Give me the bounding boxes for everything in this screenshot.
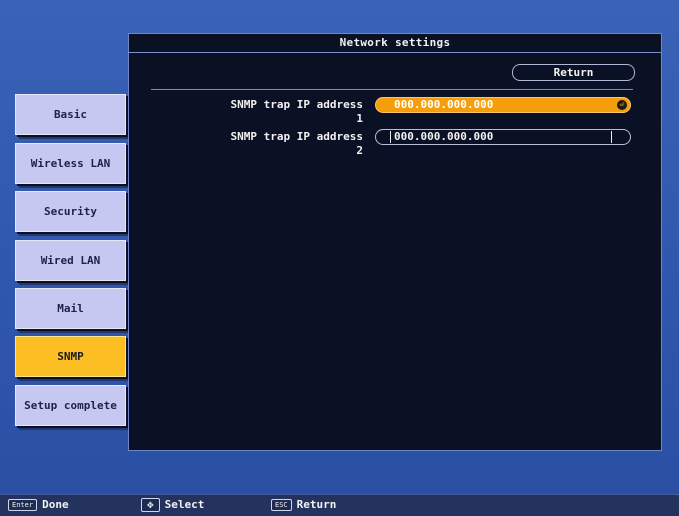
snmp-trap-ip-1-label: SNMP trap IP address 1 xyxy=(230,98,363,125)
enter-key-icon: Enter xyxy=(8,499,38,511)
hint-return: ESC Return xyxy=(271,498,336,512)
menu-item-wireless-lan[interactable]: Wireless LAN xyxy=(15,143,126,184)
arrow-keys-icon: ✥ xyxy=(141,498,160,512)
menu-item-basic[interactable]: Basic xyxy=(15,94,126,135)
snmp-trap-ip-2-field[interactable]: 000.000.000.000 xyxy=(375,129,631,145)
hint-done: Enter Done xyxy=(8,498,69,512)
menu-item-wired-lan[interactable]: Wired LAN xyxy=(15,240,126,281)
footer-hint-bar: Enter Done ✥ Select ESC Return xyxy=(0,494,679,516)
menu-item-snmp[interactable]: SNMP xyxy=(15,336,126,377)
snmp-trap-ip-1-value: 000.000.000.000 xyxy=(394,98,494,111)
network-settings-panel: Network settings Return SNMP trap IP add… xyxy=(128,33,662,451)
menu-item-mail[interactable]: Mail xyxy=(15,288,126,329)
hint-return-label: Return xyxy=(296,498,337,511)
menu-item-security[interactable]: Security xyxy=(15,191,126,232)
hint-select: ✥ Select xyxy=(141,498,204,512)
snmp-trap-ip-1-field[interactable]: 000.000.000.000 ⏎ xyxy=(375,97,631,113)
hint-done-label: Done xyxy=(42,498,69,511)
panel-title: Network settings xyxy=(129,34,661,53)
enter-icon: ⏎ xyxy=(617,100,627,110)
snmp-trap-ip-2-label: SNMP trap IP address 2 xyxy=(230,130,363,157)
return-button[interactable]: Return xyxy=(512,64,635,81)
menu-item-setup-complete[interactable]: Setup complete xyxy=(15,385,126,426)
esc-key-icon: ESC xyxy=(271,499,292,511)
hint-select-label: Select xyxy=(164,498,205,511)
snmp-trap-ip-2-value: 000.000.000.000 xyxy=(394,130,494,143)
divider xyxy=(151,89,633,90)
